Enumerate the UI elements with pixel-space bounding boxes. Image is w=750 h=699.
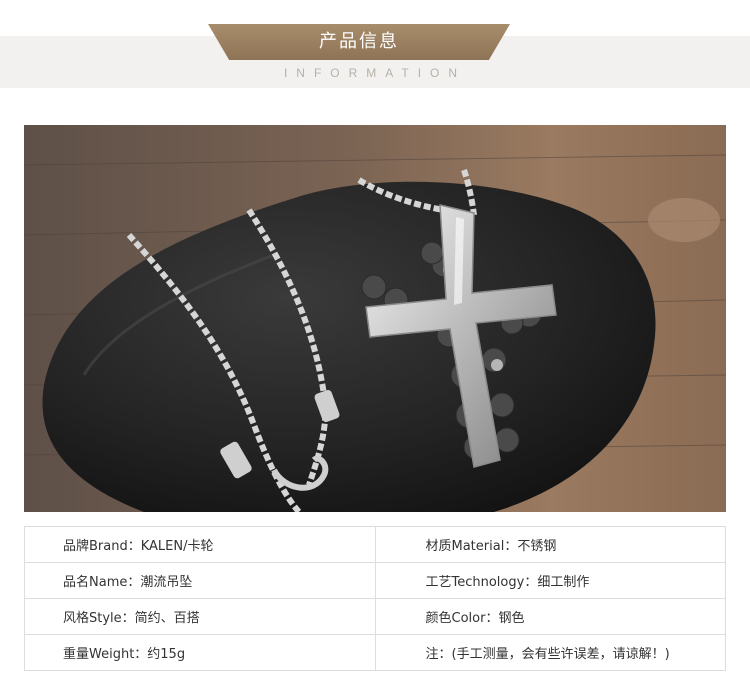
table-row: 重量Weight：约15g 注：(手工测量，会有些许误差，请谅解！) bbox=[24, 634, 726, 671]
spec-note: 注：(手工测量，会有些许误差，请谅解！) bbox=[374, 634, 726, 671]
table-row: 风格Style：简约、百搭 颜色Color：钢色 bbox=[24, 598, 726, 635]
spec-table: 品牌Brand：KALEN/卡轮 材质Material：不锈钢 品名Name：潮… bbox=[24, 526, 726, 671]
product-photo bbox=[24, 125, 726, 512]
spec-style: 风格Style：简约、百搭 bbox=[24, 598, 376, 635]
spec-name: 品名Name：潮流吊坠 bbox=[24, 562, 376, 599]
spec-technology: 工艺Technology：细工制作 bbox=[374, 562, 726, 599]
spec-color: 颜色Color：钢色 bbox=[374, 598, 726, 635]
table-row: 品牌Brand：KALEN/卡轮 材质Material：不锈钢 bbox=[24, 526, 726, 563]
section-title: 产品信息 bbox=[319, 31, 399, 52]
spec-weight: 重量Weight：约15g bbox=[24, 634, 376, 671]
table-row: 品名Name：潮流吊坠 工艺Technology：细工制作 bbox=[24, 562, 726, 599]
section-subtitle: INFORMATION bbox=[283, 66, 467, 80]
spec-material: 材质Material：不锈钢 bbox=[374, 526, 726, 563]
spec-brand: 品牌Brand：KALEN/卡轮 bbox=[24, 526, 376, 563]
